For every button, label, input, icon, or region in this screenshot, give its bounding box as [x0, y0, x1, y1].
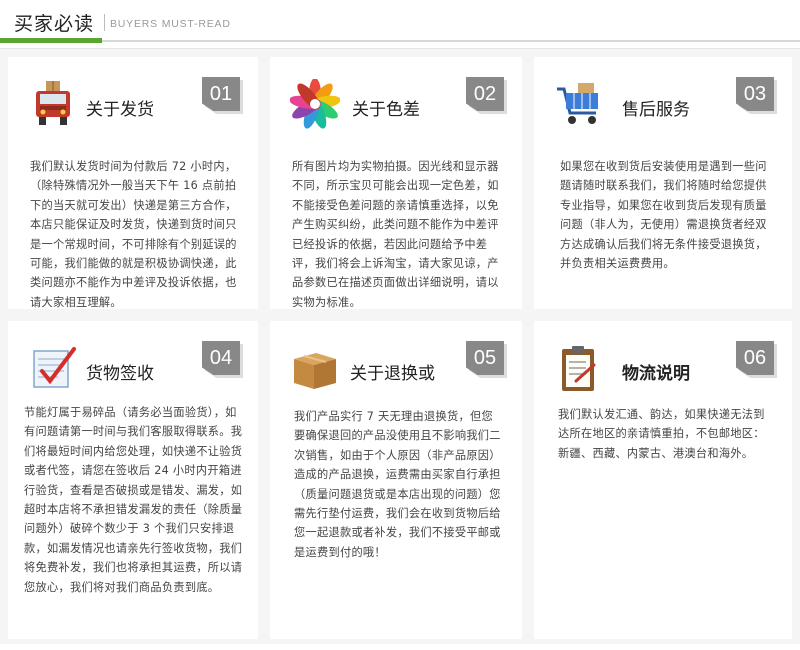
header-rule — [102, 40, 800, 42]
clipboard-icon — [562, 346, 596, 391]
color-wheel-icon — [290, 79, 340, 129]
page-header: 买家必读 BUYERS MUST-READ — [0, 0, 800, 44]
page-subtitle: BUYERS MUST-READ — [110, 18, 231, 30]
number-badge: 02 — [466, 77, 504, 111]
card-text: 如果您在收到货后安装使用是遇到一些问题请随时联系我们，我们将随时给您提供专业指导… — [560, 160, 767, 271]
card-shipping: 关于发货 01 我们默认发货时间为付款后 72 小时内，（除特殊情况外一般当天下… — [8, 57, 258, 309]
card-logistics: 物流说明 06 我们默认发汇通、韵达，如果快递无法到达所在地区的亲请慎重拍，不包… — [534, 321, 792, 639]
card-title: 货物签收 — [86, 364, 154, 384]
card-after-sales: 售后服务 03 如果您在收到货后安装使用是遇到一些问题请随时联系我们，我们将随时… — [534, 57, 792, 309]
number-badge: 01 — [202, 77, 240, 111]
card-title: 售后服务 — [622, 100, 690, 120]
delivery-truck-icon — [36, 81, 70, 125]
info-panel: 关于发货 01 我们默认发货时间为付款后 72 小时内，（除特殊情况外一般当天下… — [0, 48, 800, 644]
header-divider — [104, 14, 105, 31]
card-text: 我们产品实行 7 天无理由退换货，但您要确保退回的产品没使用且不影响我们二次销售… — [294, 410, 501, 559]
card-title: 关于色差 — [352, 100, 420, 120]
shopping-cart-icon — [557, 83, 598, 124]
card-returns: 关于退换或 05 我们产品实行 7 天无理由退换货，但您要确保退回的产品没使用且… — [270, 321, 522, 639]
card-text: 节能灯属于易碎品（请务必当面验货），如有问题请第一时间与我们客服取得联系。我们将… — [24, 406, 243, 594]
header-accent-bar — [0, 38, 102, 43]
number-badge: 03 — [736, 77, 774, 111]
card-color-difference: 关于色差 02 所有图片均为实物拍摄。因光线和显示器不同，所示宝贝可能会出现一定… — [270, 57, 522, 309]
card-text: 所有图片均为实物拍摄。因光线和显示器不同，所示宝贝可能会出现一定色差，如不能接受… — [292, 160, 499, 309]
card-title: 关于退换或 — [350, 364, 435, 384]
card-title: 关于发货 — [86, 100, 154, 120]
page-title: 买家必读 — [14, 13, 95, 35]
number-badge: 04 — [202, 341, 240, 375]
card-title: 物流说明 — [622, 364, 690, 384]
card-receipt: 货物签收 04 节能灯属于易碎品（请务必当面验货），如有问题请第一时间与我们客服… — [8, 321, 258, 639]
card-text: 我们默认发汇通、韵达，如果快递无法到达所在地区的亲请慎重拍，不包邮地区：新疆、西… — [558, 408, 765, 460]
number-badge: 05 — [466, 341, 504, 375]
cardboard-box-icon — [294, 353, 336, 389]
checklist-icon — [33, 347, 76, 388]
number-badge: 06 — [736, 341, 774, 375]
card-text: 我们默认发货时间为付款后 72 小时内，（除特殊情况外一般当天下午 16 点前拍… — [30, 160, 237, 309]
